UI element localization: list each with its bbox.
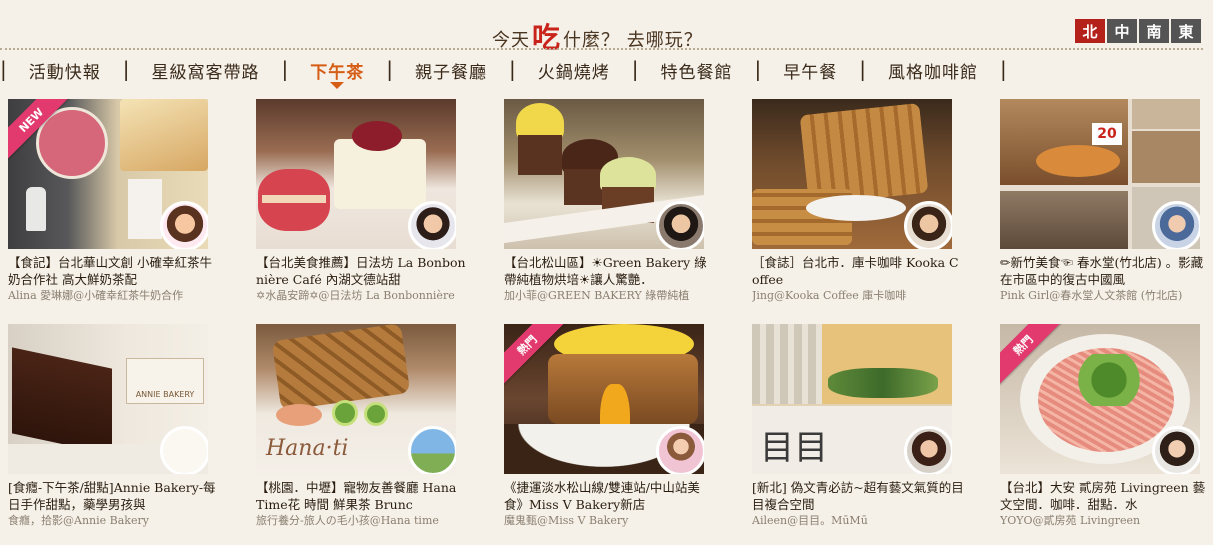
category-nav: | 活動快報 | 星級窩客帶路 | 下午茶 | 親子餐廳 | 火鍋燒烤 | 特色… (0, 56, 1007, 89)
article-card[interactable]: 熱門 《捷運淡水松山線/雙連站/中山站美食》Miss V Bakery新店 魔鬼… (504, 324, 714, 528)
nav-item-star-guide[interactable]: 星級窩客帶路 (130, 58, 282, 83)
article-author: 魔鬼甄@Miss V Bakery (504, 514, 629, 527)
nav-item-family-restaurant[interactable]: 親子餐廳 (393, 58, 509, 83)
plate-lettering-icon: Hana·ti (266, 436, 349, 461)
article-title[interactable]: 【食記】台北華山文創 小確幸紅茶牛奶合作社 高大鮮奶茶配 (8, 254, 220, 288)
shop-logo-icon: 目目 (760, 428, 828, 468)
nav-separator: | (754, 57, 762, 81)
number-sign-icon: 20 (1092, 123, 1122, 145)
blogger-avatar-icon (904, 426, 952, 474)
article-thumbnail[interactable]: Hana·ti (256, 324, 456, 474)
article-card[interactable]: 目目 [新北] 偽文青必訪~超有藝文氣質的目目複合空間 Aileen@目目。Mū… (752, 324, 964, 528)
blogger-avatar-icon (160, 201, 208, 249)
blogger-avatar-icon (1152, 201, 1200, 249)
blogger-avatar-icon (408, 201, 456, 249)
article-author: Alina 愛琳娜@小確幸紅茶牛奶合作 (8, 289, 184, 302)
nav-separator: | (281, 57, 289, 81)
region-north-button[interactable]: 北 (1075, 19, 1105, 43)
article-card[interactable]: ［食誌］台北市．庫卡咖啡 Kooka Coffee Jing@Kooka Cof… (752, 99, 962, 303)
article-thumbnail[interactable]: 目目 (752, 324, 952, 474)
nav-item-special-restaurant[interactable]: 特色餐館 (639, 58, 755, 83)
region-selector: 北 中 南 東 (1075, 19, 1201, 43)
article-author: YOYO@貳房苑 Livingreen (1000, 514, 1141, 527)
shop-card-icon: ANNIE BAKERY (126, 358, 204, 404)
page-header: 今天 吃 什麼？ 去哪玩？ 北 中 南 東 (0, 0, 1213, 52)
nav-item-afternoon-tea[interactable]: 下午茶 (288, 58, 386, 89)
header-divider (0, 48, 1203, 50)
blogger-avatar-icon (904, 201, 952, 249)
article-thumbnail[interactable]: NEW (8, 99, 208, 249)
article-author: Pink Girl@春水堂人文茶館 (竹北店) (1000, 289, 1183, 302)
nav-separator: | (0, 57, 7, 81)
nav-item-label: 下午茶 (310, 62, 365, 83)
article-thumbnail[interactable] (256, 99, 456, 249)
nav-separator: | (386, 57, 393, 81)
nav-separator: | (859, 57, 866, 81)
blogger-avatar-icon (656, 426, 704, 474)
article-thumbnail[interactable]: 20 (1000, 99, 1200, 249)
article-card[interactable]: 20 ✏新竹美食☜ 春水堂(竹北店) 。影藏在市區中的復古中國風 Pink Gi… (1000, 99, 1210, 303)
nav-item-brunch[interactable]: 早午餐 (761, 58, 859, 83)
article-card[interactable]: 【台北松山區】☀Green Bakery 綠帶純植物烘培☀讓人驚艷． 加小菲@G… (504, 99, 714, 303)
article-card[interactable]: Hana·ti 【桃園．中壢】寵物友善餐廳 Hana Time花 時間 鮮果茶 … (256, 324, 466, 528)
article-title[interactable]: 【台北松山區】☀Green Bakery 綠帶純植物烘培☀讓人驚艷． (504, 254, 716, 288)
article-title[interactable]: 【台北】大安 貳房苑 Livingreen 藝文空間．咖啡．甜點．水 (1000, 479, 1212, 513)
region-south-button[interactable]: 南 (1139, 19, 1169, 43)
nav-separator: | (122, 57, 130, 81)
article-title[interactable]: ✏新竹美食☜ 春水堂(竹北店) 。影藏在市區中的復古中國風 (1000, 254, 1212, 288)
nav-item-cafe[interactable]: 風格咖啡館 (866, 58, 1000, 83)
article-card[interactable]: ANNIE BAKERY [食癮-下午茶/甜點]Annie Bakery-每日手… (8, 324, 218, 528)
region-east-button[interactable]: 東 (1171, 19, 1201, 43)
article-thumbnail[interactable]: 熱門 (1000, 324, 1200, 474)
article-author: 食癮，拾影@Annie Bakery (8, 514, 149, 527)
article-card[interactable]: 【台北美食推薦】日法坊 La Bonbonnière Café 內湖文德站甜 ✡… (256, 99, 466, 303)
article-author: Jing@Kooka Coffee 庫卡咖啡 (752, 289, 907, 302)
article-thumbnail[interactable]: ANNIE BAKERY (8, 324, 208, 474)
article-thumbnail[interactable] (504, 99, 704, 249)
site-headline: 今天 吃 什麼？ 去哪玩？ (492, 18, 703, 52)
blogger-avatar-icon (160, 426, 208, 474)
nav-separator: | (631, 57, 639, 81)
active-caret-icon (330, 81, 345, 89)
article-author: ✡水晶安蹄✡@日法坊 La Bonbonnière (256, 289, 455, 302)
article-title[interactable]: 【台北美食推薦】日法坊 La Bonbonnière Café 內湖文德站甜 (256, 254, 468, 288)
nav-item-hotpot-bbq[interactable]: 火鍋燒烤 (516, 58, 632, 83)
article-title[interactable]: [食癮-下午茶/甜點]Annie Bakery-每日手作甜點，藥學男孩與 (8, 479, 220, 513)
article-card[interactable]: 熱門 【台北】大安 貳房苑 Livingreen 藝文空間．咖啡．甜點．水 YO… (1000, 324, 1210, 528)
article-title[interactable]: [新北] 偽文青必訪~超有藝文氣質的目目複合空間 (752, 479, 964, 513)
nav-item-events[interactable]: 活動快報 (7, 58, 123, 83)
nav-separator: | (1000, 57, 1007, 81)
article-title[interactable]: ［食誌］台北市．庫卡咖啡 Kooka Coffee (752, 254, 964, 288)
article-card[interactable]: NEW 【食記】台北華山文創 小確幸紅茶牛奶合作社 高大鮮奶茶配 Alina 愛… (8, 99, 218, 303)
blogger-avatar-icon (1152, 426, 1200, 474)
article-title[interactable]: 【桃園．中壢】寵物友善餐廳 Hana Time花 時間 鮮果茶 Brunc (256, 479, 468, 513)
article-thumbnail[interactable]: 熱門 (504, 324, 704, 474)
article-author: 旅行養分-旅人の毛小孩@Hana time (256, 514, 439, 527)
nav-separator: | (509, 57, 516, 81)
blogger-avatar-icon (656, 201, 704, 249)
region-central-button[interactable]: 中 (1107, 19, 1137, 43)
article-thumbnail[interactable] (752, 99, 952, 249)
blogger-avatar-icon (408, 426, 456, 474)
article-title[interactable]: 《捷運淡水松山線/雙連站/中山站美食》Miss V Bakery新店 (504, 479, 716, 513)
article-author: Aileen@目目。MūMū (752, 514, 868, 527)
article-author: 加小菲@GREEN BAKERY 綠帶純植 (504, 289, 690, 302)
